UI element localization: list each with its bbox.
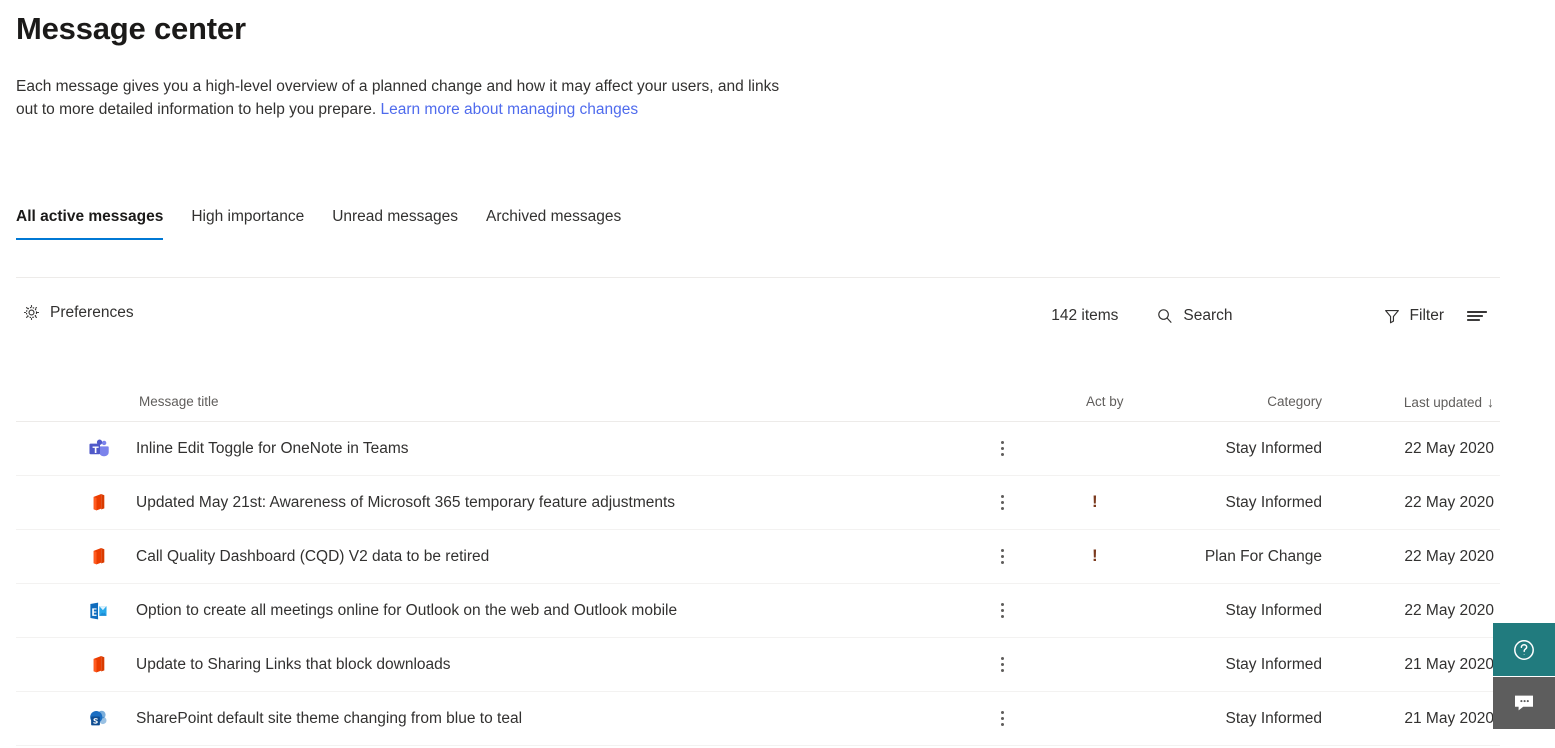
tabs-divider <box>16 277 1500 278</box>
command-bar-right: 142 items Search Filter <box>1051 303 1500 329</box>
help-button[interactable] <box>1493 623 1555 676</box>
table-row[interactable]: Updated May 21st: Awareness of Microsoft… <box>16 476 1500 530</box>
message-title[interactable]: Option to create all meetings online for… <box>136 602 980 620</box>
message-title[interactable]: Updated May 21st: Awareness of Microsoft… <box>136 494 980 512</box>
filter-funnel-icon <box>1383 307 1401 325</box>
search-label: Search <box>1183 307 1233 324</box>
last-updated-cell: 22 May 2020 <box>1404 493 1494 511</box>
gear-icon <box>22 303 41 322</box>
message-title[interactable]: SharePoint default site theme changing f… <box>136 710 980 728</box>
search-icon <box>1156 307 1174 325</box>
row-actions-button[interactable] <box>980 437 1024 460</box>
tab-archived-messages[interactable]: Archived messages <box>472 206 635 240</box>
last-updated-cell: 22 May 2020 <box>1404 601 1494 619</box>
high-importance-icon: ! <box>1092 492 1098 511</box>
message-title[interactable]: Update to Sharing Links that block downl… <box>136 656 980 674</box>
more-vertical-icon <box>994 599 1011 622</box>
page-description: Each message gives you a high-level over… <box>16 75 791 121</box>
filter-button[interactable]: Filter <box>1373 303 1454 329</box>
column-header-category[interactable]: Category <box>1164 394 1340 409</box>
category-cell: Stay Informed <box>1225 655 1323 673</box>
office-365-icon <box>84 492 136 514</box>
more-vertical-icon <box>994 707 1011 730</box>
preferences-label: Preferences <box>50 303 134 321</box>
tab-unread-messages[interactable]: Unread messages <box>318 206 472 240</box>
item-count: 142 items <box>1051 307 1119 324</box>
column-header-act-by[interactable]: Act by <box>1024 394 1164 409</box>
tab-high-importance[interactable]: High importance <box>177 206 318 240</box>
last-updated-cell: 22 May 2020 <box>1404 547 1494 565</box>
row-actions-button[interactable] <box>980 599 1024 622</box>
act-by-cell: ! <box>1024 493 1164 512</box>
category-cell: Stay Informed <box>1225 709 1323 727</box>
column-header-last-updated-label: Last updated <box>1403 394 1482 410</box>
sort-descending-icon: ↓ <box>1487 393 1494 410</box>
category-cell: Stay Informed <box>1225 493 1323 511</box>
message-center-page: Message center Each message gives you a … <box>0 0 1555 748</box>
table-row[interactable]: Option to create all meetings online for… <box>16 584 1500 638</box>
row-actions-button[interactable] <box>980 491 1024 514</box>
microsoft-teams-icon <box>84 438 136 460</box>
category-cell: Plan For Change <box>1204 547 1322 565</box>
messages-table: Message title Act by Category Last updat… <box>16 382 1500 746</box>
last-updated-cell: 21 May 2020 <box>1404 655 1494 673</box>
tab-all-active-messages[interactable]: All active messages <box>16 206 177 240</box>
exchange-icon <box>84 600 136 622</box>
table-header-row: Message title Act by Category Last updat… <box>16 382 1500 422</box>
row-actions-button[interactable] <box>980 653 1024 676</box>
act-by-cell: ! <box>1024 547 1164 566</box>
search-button[interactable]: Search <box>1146 303 1242 329</box>
office-365-icon <box>84 546 136 568</box>
tab-label: All active messages <box>16 208 164 225</box>
row-actions-button[interactable] <box>980 707 1024 730</box>
table-row[interactable]: Update to Sharing Links that block downl… <box>16 638 1500 692</box>
feedback-speech-bubble-icon <box>1511 690 1537 716</box>
group-list-button[interactable] <box>1454 303 1500 329</box>
more-vertical-icon <box>994 545 1011 568</box>
message-filter-tabs: All active messages High importance Unre… <box>16 206 635 240</box>
category-cell: Stay Informed <box>1225 601 1323 619</box>
row-actions-button[interactable] <box>980 545 1024 568</box>
floating-action-stack <box>1493 623 1555 729</box>
learn-more-link[interactable]: Learn more about managing changes <box>380 101 638 118</box>
group-list-icon <box>1466 307 1488 325</box>
column-header-last-updated[interactable]: Last updated ↓ <box>1340 394 1500 410</box>
category-cell: Stay Informed <box>1225 439 1323 457</box>
table-row[interactable]: Call Quality Dashboard (CQD) V2 data to … <box>16 530 1500 584</box>
tab-label: Archived messages <box>486 208 622 225</box>
sharepoint-icon <box>84 708 136 730</box>
feedback-button[interactable] <box>1493 676 1555 729</box>
more-vertical-icon <box>994 653 1011 676</box>
command-bar: Preferences 142 items Search Filter <box>16 290 1500 342</box>
more-vertical-icon <box>994 491 1011 514</box>
table-row[interactable]: SharePoint default site theme changing f… <box>16 692 1500 746</box>
last-updated-cell: 21 May 2020 <box>1404 709 1494 727</box>
help-question-circle-icon <box>1511 637 1537 663</box>
preferences-button[interactable]: Preferences <box>22 303 134 322</box>
message-title[interactable]: Call Quality Dashboard (CQD) V2 data to … <box>136 548 980 566</box>
tab-label: High importance <box>191 208 305 225</box>
last-updated-cell: 22 May 2020 <box>1404 439 1494 457</box>
message-title[interactable]: Inline Edit Toggle for OneNote in Teams <box>136 440 980 458</box>
table-row[interactable]: Inline Edit Toggle for OneNote in Teams … <box>16 422 1500 476</box>
filter-label: Filter <box>1409 307 1444 324</box>
high-importance-icon: ! <box>1092 546 1098 565</box>
more-vertical-icon <box>994 437 1011 460</box>
tab-label: Unread messages <box>332 208 458 225</box>
office-365-icon <box>84 654 136 676</box>
column-header-message-title[interactable]: Message title <box>136 394 980 409</box>
page-title: Message center <box>16 11 246 46</box>
